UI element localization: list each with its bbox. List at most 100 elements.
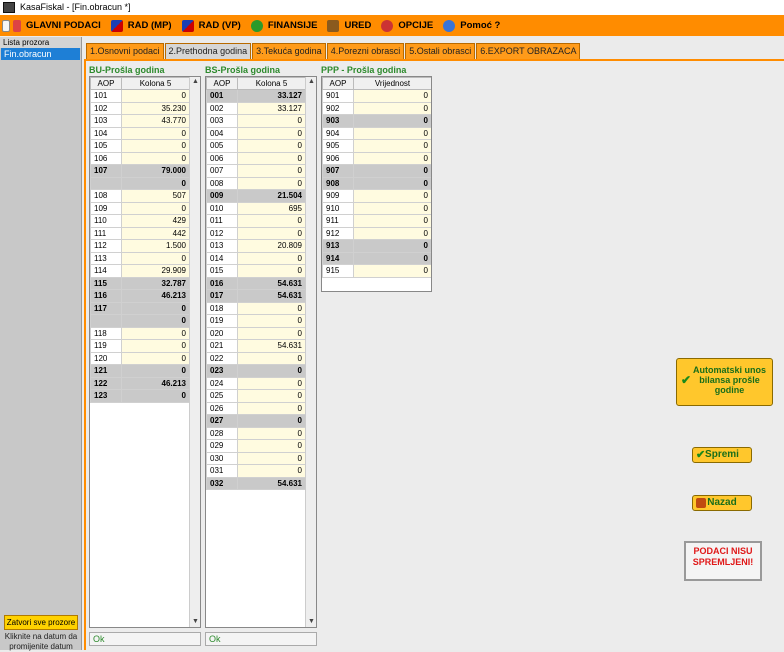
table-row[interactable]: 023 0 — [206, 364, 306, 378]
table-row[interactable]: 109 0 — [90, 201, 190, 215]
column-header-kolona5[interactable]: Kolona 5 — [237, 77, 306, 90]
auto-import-button[interactable]: ✔ Automatski unos bilansa prošle godine — [676, 358, 773, 406]
value-cell[interactable]: 0 — [121, 151, 190, 165]
value-cell[interactable]: 429 — [121, 214, 190, 228]
table-row[interactable]: 907 0 — [322, 164, 431, 178]
value-cell[interactable]: 0 — [237, 464, 306, 478]
menu-opcije[interactable]: OPCIJE — [381, 19, 433, 32]
table-row[interactable]: 003 0 — [206, 114, 306, 128]
table-row[interactable]: 120 0 — [90, 351, 190, 365]
table-row[interactable]: 122 46.213 — [90, 376, 190, 390]
value-cell[interactable]: 695 — [237, 201, 306, 215]
value-cell[interactable]: 0 — [121, 139, 190, 153]
tab-export-obrazaca[interactable]: 6.EXPORT OBRAZACA — [476, 43, 581, 59]
table-row[interactable]: 027 0 — [206, 414, 306, 428]
value-cell[interactable]: 54.631 — [237, 276, 306, 290]
table-row[interactable]: 914 0 — [322, 251, 431, 265]
column-header-aop[interactable]: AOP — [206, 77, 238, 90]
table-row[interactable]: 022 0 — [206, 351, 306, 365]
value-cell[interactable]: 0 — [237, 314, 306, 328]
back-button[interactable]: Nazad — [692, 495, 752, 511]
menu-ured[interactable]: URED — [327, 19, 371, 32]
table-row[interactable]: 108 507 — [90, 189, 190, 203]
value-cell[interactable]: 0 — [237, 264, 306, 278]
table-row[interactable]: 0 — [90, 176, 190, 190]
value-cell[interactable]: 0 — [237, 414, 306, 428]
table-row[interactable]: 915 0 — [322, 264, 431, 278]
table-row[interactable]: 102 35.230 — [90, 101, 190, 115]
table-row[interactable]: 028 0 — [206, 426, 306, 440]
close-all-windows-button[interactable]: Zatvori sve prozore — [4, 615, 78, 630]
table-row[interactable]: 903 0 — [322, 114, 431, 128]
table-row[interactable]: 007 0 — [206, 164, 306, 178]
column-header-kolona5[interactable]: Kolona 5 — [121, 77, 190, 90]
value-cell[interactable]: 0 — [237, 151, 306, 165]
window-list-item[interactable]: Fin.obracun — [1, 48, 80, 60]
table-row[interactable]: 116 46.213 — [90, 289, 190, 303]
table-row[interactable]: 902 0 — [322, 101, 431, 115]
table-row[interactable]: 119 0 — [90, 339, 190, 353]
value-cell[interactable]: 46.213 — [121, 376, 190, 390]
table-row[interactable]: 012 0 — [206, 226, 306, 240]
value-cell[interactable]: 0 — [237, 301, 306, 315]
value-cell[interactable]: 0 — [353, 251, 431, 265]
value-cell[interactable]: 0 — [237, 126, 306, 140]
value-cell[interactable]: 0 — [353, 226, 431, 240]
value-cell[interactable]: 0 — [237, 401, 306, 415]
value-cell[interactable]: 0 — [121, 314, 190, 328]
value-cell[interactable]: 33.127 — [237, 101, 306, 115]
value-cell[interactable]: 0 — [121, 301, 190, 315]
menu-rad-vp[interactable]: RAD (VP) — [181, 19, 241, 32]
table-row[interactable]: 0 — [90, 314, 190, 328]
value-cell[interactable]: 0 — [237, 451, 306, 465]
table-row[interactable]: 112 1.500 — [90, 239, 190, 253]
value-cell[interactable]: 0 — [121, 201, 190, 215]
value-cell[interactable]: 32.787 — [121, 276, 190, 290]
value-cell[interactable]: 0 — [353, 126, 431, 140]
value-cell[interactable]: 442 — [121, 226, 190, 240]
menu-finansije[interactable]: FINANSIJE — [250, 19, 317, 32]
value-cell[interactable]: 54.631 — [237, 476, 306, 490]
value-cell[interactable]: 54.631 — [237, 289, 306, 303]
table-row[interactable]: 032 54.631 — [206, 476, 306, 490]
table-row[interactable]: 107 79.000 — [90, 164, 190, 178]
value-cell[interactable]: 0 — [353, 201, 431, 215]
tab-prethodna-godina[interactable]: 2.Prethodna godina — [164, 43, 252, 59]
value-cell[interactable]: 0 — [237, 351, 306, 365]
value-cell[interactable]: 0 — [353, 264, 431, 278]
table-row[interactable]: 904 0 — [322, 126, 431, 140]
table-row[interactable]: 008 0 — [206, 176, 306, 190]
scroll-up-icon[interactable]: ▲ — [190, 77, 200, 87]
value-cell[interactable]: 0 — [353, 214, 431, 228]
tab-ostali-obrasci[interactable]: 5.Ostali obrasci — [405, 43, 476, 59]
table-row[interactable]: 013 20.809 — [206, 239, 306, 253]
table-row[interactable]: 010 695 — [206, 201, 306, 215]
table-row[interactable]: 117 0 — [90, 301, 190, 315]
value-cell[interactable]: 0 — [237, 376, 306, 390]
table-row[interactable]: 014 0 — [206, 251, 306, 265]
value-cell[interactable]: 1.500 — [121, 239, 190, 253]
table-row[interactable]: 006 0 — [206, 151, 306, 165]
table-row[interactable]: 026 0 — [206, 401, 306, 415]
table-row[interactable]: 110 429 — [90, 214, 190, 228]
table-row[interactable]: 906 0 — [322, 151, 431, 165]
table-row[interactable]: 001 33.127 — [206, 89, 306, 103]
table-row[interactable]: 030 0 — [206, 451, 306, 465]
table-row[interactable]: 015 0 — [206, 264, 306, 278]
table-row[interactable]: 106 0 — [90, 151, 190, 165]
table-row[interactable]: 912 0 — [322, 226, 431, 240]
table-row[interactable]: 121 0 — [90, 364, 190, 378]
column-header-aop[interactable]: AOP — [90, 77, 122, 90]
value-cell[interactable]: 20.809 — [237, 239, 306, 253]
table-row[interactable]: 909 0 — [322, 189, 431, 203]
value-cell[interactable]: 507 — [121, 189, 190, 203]
table-row[interactable]: 101 0 — [90, 89, 190, 103]
table-row[interactable]: 113 0 — [90, 251, 190, 265]
value-cell[interactable]: 0 — [237, 251, 306, 265]
value-cell[interactable]: 43.770 — [121, 114, 190, 128]
table-row[interactable]: 105 0 — [90, 139, 190, 153]
table-row[interactable]: 005 0 — [206, 139, 306, 153]
table-row[interactable]: 009 21.504 — [206, 189, 306, 203]
table-row[interactable]: 114 29.909 — [90, 264, 190, 278]
value-cell[interactable]: 0 — [353, 176, 431, 190]
